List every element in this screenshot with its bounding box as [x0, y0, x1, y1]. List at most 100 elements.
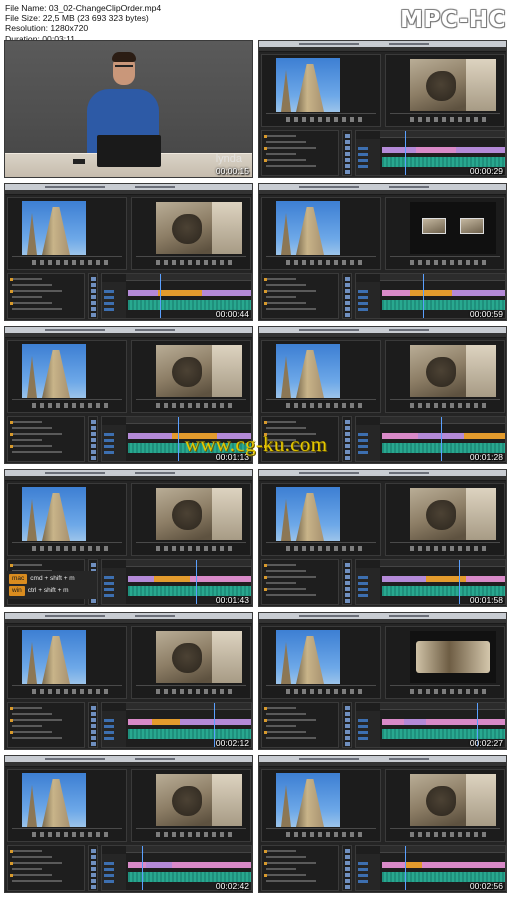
timeline-ruler[interactable]	[380, 417, 505, 424]
track-headers[interactable]	[102, 854, 126, 890]
tools-panel[interactable]	[342, 845, 352, 891]
video-clip[interactable]	[152, 719, 180, 725]
menu-bar[interactable]	[5, 619, 252, 624]
playhead[interactable]	[423, 274, 424, 318]
program-controls[interactable]	[136, 544, 246, 554]
program-controls[interactable]	[390, 687, 500, 697]
menu-bar[interactable]	[259, 619, 506, 624]
video-clip[interactable]	[426, 576, 466, 582]
video-clip[interactable]	[154, 576, 190, 582]
playhead[interactable]	[196, 560, 197, 604]
source-controls[interactable]	[266, 830, 376, 840]
program-controls[interactable]	[390, 115, 500, 125]
source-controls[interactable]	[12, 687, 122, 697]
menu-bar[interactable]	[259, 47, 506, 52]
video-thumbnail[interactable]: 00:02:56	[258, 755, 507, 893]
track-headers[interactable]	[356, 568, 380, 604]
video-clip[interactable]	[382, 576, 426, 582]
video-clip[interactable]	[158, 290, 202, 296]
video-clip[interactable]	[190, 576, 251, 582]
video-clip[interactable]	[410, 290, 452, 296]
playhead[interactable]	[405, 846, 406, 890]
project-panel[interactable]	[7, 273, 85, 319]
menu-bar[interactable]	[259, 476, 506, 481]
video-clip[interactable]	[382, 290, 410, 296]
source-controls[interactable]	[12, 544, 122, 554]
source-controls[interactable]	[12, 401, 122, 411]
video-clip[interactable]	[172, 862, 251, 868]
video-thumbnail[interactable]: 00:02:27	[258, 612, 507, 750]
video-thumbnail[interactable]: 00:02:42	[4, 755, 253, 893]
playhead[interactable]	[405, 131, 406, 175]
track-headers[interactable]	[102, 568, 126, 604]
tools-panel[interactable]	[88, 845, 98, 891]
program-controls[interactable]	[136, 830, 246, 840]
menu-bar[interactable]	[259, 762, 506, 767]
video-clip[interactable]	[382, 147, 416, 153]
video-clip[interactable]	[416, 147, 456, 153]
video-clip[interactable]	[382, 862, 406, 868]
video-thumbnail[interactable]: 00:00:44	[4, 183, 253, 321]
video-clip[interactable]	[128, 719, 152, 725]
program-controls[interactable]	[390, 401, 500, 411]
track-headers[interactable]	[356, 139, 380, 175]
tools-panel[interactable]	[342, 702, 352, 748]
video-thumbnail[interactable]: 00:02:12	[4, 612, 253, 750]
video-clip[interactable]	[406, 862, 422, 868]
timeline-ruler[interactable]	[380, 703, 505, 710]
project-panel[interactable]	[7, 845, 85, 891]
program-controls[interactable]	[136, 687, 246, 697]
video-thumbnail[interactable]: 00:00:59	[258, 183, 507, 321]
playhead[interactable]	[142, 846, 143, 890]
tools-panel[interactable]	[88, 273, 98, 319]
timeline-ruler[interactable]	[126, 560, 251, 567]
tools-panel[interactable]	[342, 559, 352, 605]
timeline-ruler[interactable]	[380, 846, 505, 853]
video-clip[interactable]	[180, 719, 251, 725]
project-panel[interactable]	[261, 130, 339, 176]
source-controls[interactable]	[12, 258, 122, 268]
track-headers[interactable]	[356, 711, 380, 747]
video-clip[interactable]	[128, 576, 154, 582]
timeline-ruler[interactable]	[126, 417, 251, 424]
program-controls[interactable]	[390, 544, 500, 554]
video-clip[interactable]	[466, 576, 505, 582]
source-controls[interactable]	[266, 401, 376, 411]
timeline-ruler[interactable]	[126, 703, 251, 710]
track-headers[interactable]	[102, 282, 126, 318]
program-controls[interactable]	[390, 830, 500, 840]
timeline-ruler[interactable]	[380, 560, 505, 567]
track-headers[interactable]	[356, 282, 380, 318]
video-clip[interactable]	[452, 290, 505, 296]
source-controls[interactable]	[266, 544, 376, 554]
timeline-ruler[interactable]	[380, 274, 505, 281]
tools-panel[interactable]	[342, 130, 352, 176]
playhead[interactable]	[160, 274, 161, 318]
menu-bar[interactable]	[5, 762, 252, 767]
video-clip[interactable]	[146, 862, 172, 868]
video-clip[interactable]	[128, 862, 146, 868]
video-clip[interactable]	[426, 719, 505, 725]
timeline-ruler[interactable]	[126, 274, 251, 281]
video-thumbnail[interactable]: 00:00:29	[258, 40, 507, 178]
program-controls[interactable]	[136, 258, 246, 268]
track-headers[interactable]	[102, 711, 126, 747]
menu-bar[interactable]	[5, 476, 252, 481]
project-panel[interactable]	[261, 845, 339, 891]
tools-panel[interactable]	[88, 702, 98, 748]
menu-bar[interactable]	[259, 190, 506, 195]
menu-bar[interactable]	[259, 333, 506, 338]
video-thumbnail[interactable]: 00:01:43 mac cmd + shift + m win ctrl + shif…	[4, 469, 253, 607]
program-controls[interactable]	[136, 401, 246, 411]
source-controls[interactable]	[12, 830, 122, 840]
program-controls[interactable]	[390, 258, 500, 268]
project-panel[interactable]	[261, 559, 339, 605]
track-headers[interactable]	[356, 854, 380, 890]
project-panel[interactable]	[261, 273, 339, 319]
timeline-ruler[interactable]	[380, 131, 505, 138]
timeline-ruler[interactable]	[126, 846, 251, 853]
video-clip[interactable]	[128, 290, 158, 296]
playhead[interactable]	[214, 703, 215, 747]
video-clip[interactable]	[202, 290, 251, 296]
source-controls[interactable]	[266, 687, 376, 697]
